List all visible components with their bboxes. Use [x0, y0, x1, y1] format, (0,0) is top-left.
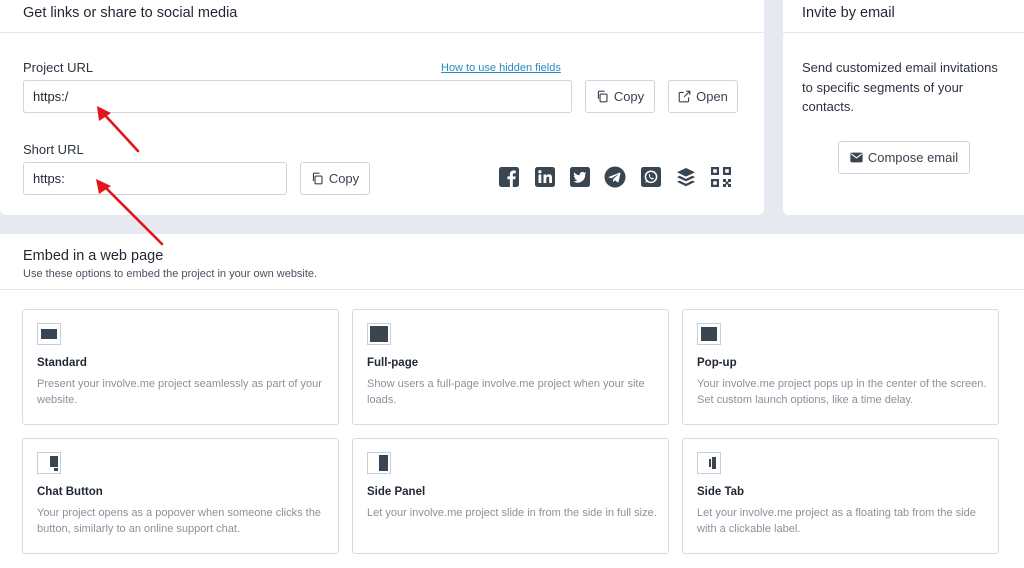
- invite-card: Invite by email Send customized email in…: [783, 0, 1024, 215]
- invite-title: Invite by email: [802, 5, 895, 21]
- open-label: Open: [696, 89, 728, 104]
- embed-option-full-page[interactable]: Full-page Show users a full-page involve…: [352, 309, 669, 425]
- share-card: Get links or share to social media Proje…: [0, 0, 764, 215]
- external-link-icon: [678, 90, 691, 103]
- embed-option-title: Full-page: [367, 357, 419, 369]
- copy-project-url-button[interactable]: Copy: [585, 80, 655, 113]
- qr-code-icon[interactable]: [710, 166, 732, 188]
- open-project-url-button[interactable]: Open: [668, 80, 738, 113]
- envelope-icon: [850, 152, 863, 163]
- side-tab-embed-icon: [697, 452, 721, 474]
- standard-embed-icon: [37, 323, 61, 345]
- side-panel-embed-icon: [367, 452, 391, 474]
- chat-button-embed-icon: [37, 452, 61, 474]
- copy-icon: [312, 172, 323, 185]
- compose-email-label: Compose email: [867, 150, 959, 165]
- embed-option-title: Pop-up: [697, 357, 737, 369]
- project-url-label: Project URL: [23, 60, 94, 75]
- copy-short-url-button[interactable]: Copy: [300, 162, 370, 195]
- embed-option-description: Show users a full-page involve.me projec…: [367, 378, 645, 406]
- invite-card-header: Invite by email: [783, 0, 1024, 33]
- embed-option-title: Side Panel: [367, 486, 426, 498]
- embed-option-description: Let your involve.me project as a floatin…: [697, 507, 976, 535]
- short-url-label: Short URL: [23, 142, 84, 157]
- project-url-input[interactable]: [23, 80, 572, 113]
- embed-option-title: Side Tab: [697, 486, 745, 498]
- share-title: Get links or share to social media: [23, 5, 238, 21]
- twitter-icon[interactable]: [569, 166, 591, 188]
- embed-title: Embed in a web page: [23, 248, 164, 264]
- telegram-icon[interactable]: [604, 166, 626, 188]
- embed-option-title: Standard: [37, 357, 87, 369]
- embed-option-side-panel[interactable]: Side Panel Let your involve.me project s…: [352, 438, 669, 554]
- whatsapp-icon[interactable]: [640, 166, 662, 188]
- compose-email-button[interactable]: Compose email: [838, 141, 970, 174]
- copy-icon: [597, 90, 608, 103]
- embed-option-description: Let your involve.me project slide in fro…: [367, 507, 657, 519]
- pop-up-embed-icon: [697, 323, 721, 345]
- embed-option-description: Present your involve.me project seamless…: [37, 378, 322, 406]
- invite-description: Send customized email invitations to spe…: [802, 60, 998, 114]
- embed-option-side-tab[interactable]: Side Tab Let your involve.me project as …: [682, 438, 999, 554]
- embed-option-title: Chat Button: [37, 486, 103, 498]
- embed-divider: [0, 289, 1024, 290]
- short-url-input[interactable]: [23, 162, 287, 195]
- embed-subtitle: Use these options to embed the project i…: [23, 268, 318, 280]
- facebook-icon[interactable]: [498, 166, 520, 188]
- copy-label: Copy: [613, 89, 645, 104]
- linkedin-icon[interactable]: [534, 166, 556, 188]
- embed-option-standard[interactable]: Standard Present your involve.me project…: [22, 309, 339, 425]
- hidden-fields-link[interactable]: How to use hidden fields: [441, 62, 561, 74]
- embed-option-chat-button[interactable]: Chat Button Your project opens as a popo…: [22, 438, 339, 554]
- embed-card: Embed in a web page Use these options to…: [0, 234, 1024, 568]
- embed-option-pop-up[interactable]: Pop-up Your involve.me project pops up i…: [682, 309, 999, 425]
- share-card-header: Get links or share to social media: [0, 0, 764, 33]
- copy-label: Copy: [328, 171, 360, 186]
- buffer-icon[interactable]: [675, 166, 697, 188]
- embed-option-description: Your involve.me project pops up in the c…: [697, 378, 987, 406]
- full-page-embed-icon: [367, 323, 391, 345]
- embed-option-description: Your project opens as a popover when som…: [37, 507, 321, 535]
